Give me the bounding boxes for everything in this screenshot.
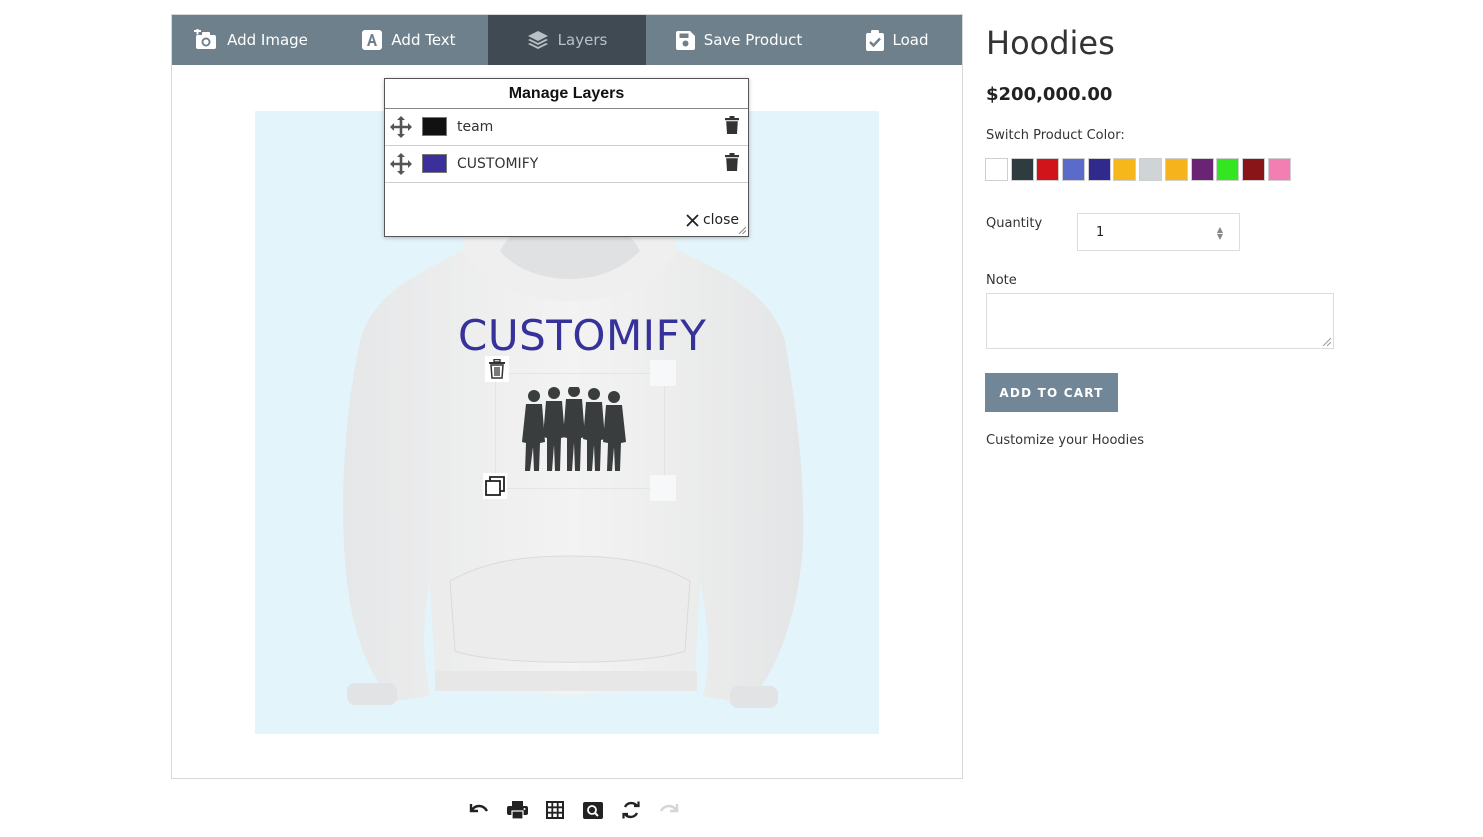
color-swatch-blue[interactable] — [1062, 158, 1086, 181]
layer-row[interactable]: CUSTOMIFY — [385, 146, 748, 183]
trash-icon[interactable] — [725, 153, 739, 171]
color-swatch-red[interactable] — [1036, 158, 1060, 181]
clipboard-check-icon — [865, 29, 884, 51]
close-icon — [686, 213, 699, 227]
layer-color-swatch — [422, 117, 447, 136]
print-button[interactable] — [498, 797, 536, 823]
grid-icon — [546, 801, 564, 819]
layer-color-swatch — [422, 154, 447, 173]
add-image-button[interactable]: Add Image — [172, 15, 330, 65]
camera-plus-icon — [194, 29, 217, 49]
quantity-stepper[interactable]: 1 ▲ ▼ — [1077, 213, 1240, 251]
color-swatch-gray[interactable] — [1139, 158, 1163, 181]
layers-button[interactable]: Layers — [488, 15, 646, 65]
color-switch-label: Switch Product Color: — [986, 128, 1125, 143]
resize-grip-icon[interactable] — [1322, 337, 1331, 346]
zoom-button[interactable] — [574, 797, 612, 823]
canvas-tools — [460, 797, 688, 823]
undo-icon — [469, 804, 489, 813]
color-swatch-gold[interactable] — [1113, 158, 1137, 181]
color-swatch-navy[interactable] — [1087, 158, 1111, 181]
move-icon[interactable] — [390, 153, 412, 175]
add-text-button[interactable]: Add Text — [330, 15, 488, 65]
save-product-button[interactable]: Save Product — [646, 15, 832, 65]
quantity-label: Quantity — [986, 216, 1043, 231]
note-label: Note — [986, 273, 1017, 288]
move-icon[interactable] — [390, 116, 412, 138]
text-icon — [362, 30, 383, 50]
load-label: Load — [892, 31, 929, 49]
trash-outline-icon — [489, 359, 505, 379]
refresh-button[interactable] — [612, 797, 650, 823]
trash-icon[interactable] — [725, 116, 739, 134]
save-icon — [675, 30, 695, 50]
color-swatch-purple[interactable] — [1190, 158, 1214, 181]
undo-button[interactable] — [460, 797, 498, 823]
add-text-label: Add Text — [391, 31, 456, 49]
design-text-customify[interactable]: CUSTOMIFY — [458, 311, 706, 360]
color-swatch-pink[interactable] — [1267, 158, 1291, 181]
grid-button[interactable] — [536, 797, 574, 823]
layer-row[interactable]: team — [385, 109, 748, 146]
color-swatch-charcoal[interactable] — [1010, 158, 1034, 181]
rotate-element-handle[interactable] — [650, 360, 676, 386]
color-swatch-yellow[interactable] — [1164, 158, 1188, 181]
redo-icon — [659, 804, 679, 813]
quantity-value: 1 — [1096, 225, 1105, 240]
save-product-label: Save Product — [703, 31, 803, 49]
customize-description: Customize your Hoodies — [986, 433, 1145, 448]
print-icon — [506, 801, 528, 819]
resize-element-handle[interactable] — [650, 475, 676, 501]
zoom-icon — [583, 801, 603, 819]
manage-layers-dialog: Manage Layers team CUSTOMIFY close — [384, 78, 749, 237]
note-textarea[interactable] — [986, 293, 1334, 349]
copy-icon — [485, 476, 505, 496]
duplicate-element-handle[interactable] — [483, 473, 507, 499]
add-image-label: Add Image — [227, 31, 308, 49]
layers-icon — [527, 31, 548, 49]
refresh-icon — [622, 801, 640, 819]
team-silhouette-image[interactable] — [520, 387, 632, 473]
load-button[interactable]: Load — [832, 15, 962, 65]
delete-element-handle[interactable] — [485, 356, 509, 382]
product-title: Hoodies — [986, 24, 1115, 62]
color-swatch-maroon[interactable] — [1241, 158, 1265, 181]
color-swatch-green[interactable] — [1216, 158, 1240, 181]
product-price: $200,000.00 — [986, 84, 1113, 105]
layer-name: team — [457, 119, 494, 135]
add-to-cart-button[interactable]: ADD TO CART — [985, 373, 1118, 412]
color-swatch-white[interactable] — [985, 158, 1008, 181]
designer-toolbar: Add Image Add Text Layers Save Product L… — [172, 15, 962, 65]
dialog-title: Manage Layers — [385, 79, 748, 109]
resize-grip-icon[interactable] — [739, 227, 746, 234]
color-swatches — [985, 158, 1293, 181]
stepper-arrows-icon[interactable]: ▲ ▼ — [1217, 226, 1223, 241]
close-dialog-button[interactable]: close — [686, 212, 739, 228]
layer-name: CUSTOMIFY — [457, 156, 539, 172]
close-label: close — [702, 212, 739, 228]
layers-label: Layers — [557, 31, 608, 49]
redo-button[interactable] — [650, 797, 688, 823]
